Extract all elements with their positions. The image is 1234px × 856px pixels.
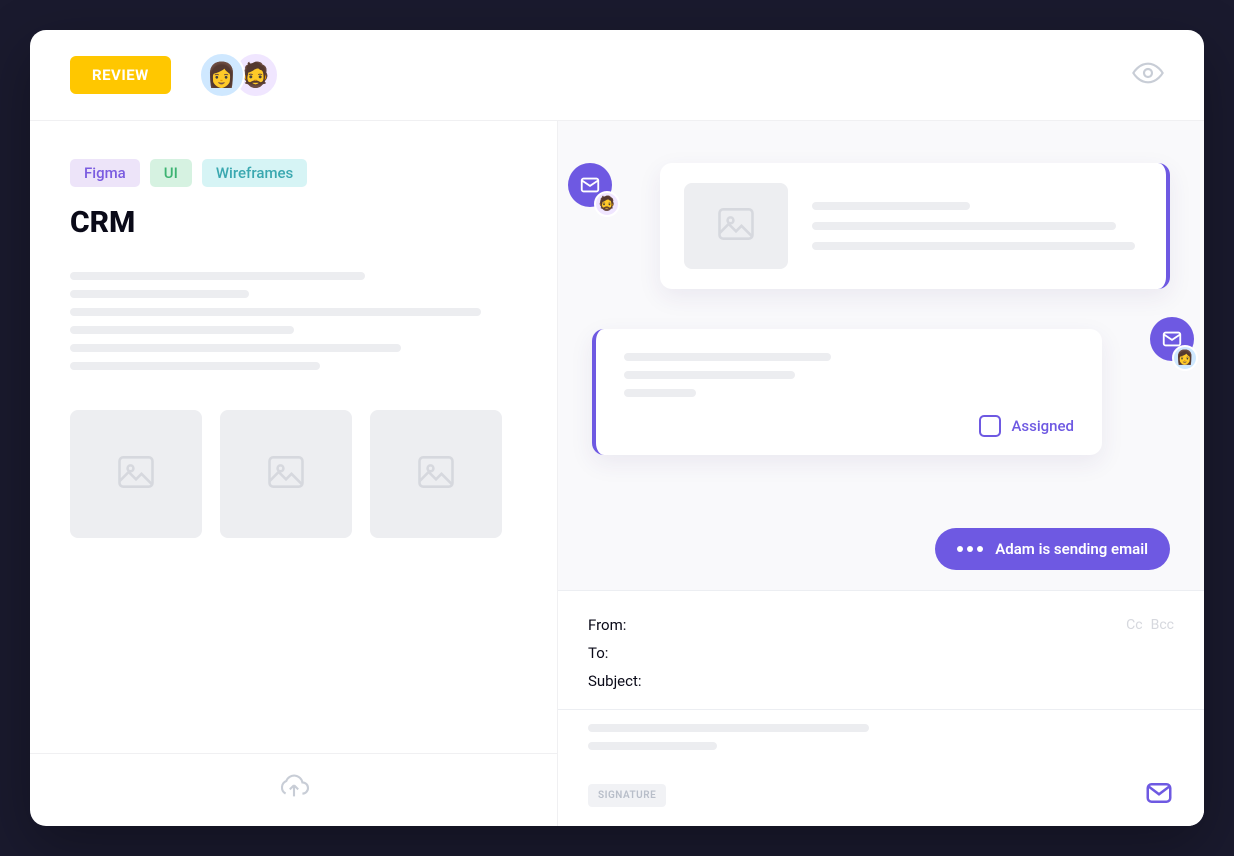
message-author-avatar-2[interactable]: 👩 (1172, 345, 1198, 371)
page-title: CRM (70, 205, 517, 240)
from-label: From: (588, 616, 626, 634)
message-card-2[interactable]: Assigned (592, 329, 1102, 455)
send-mail-icon[interactable] (1144, 778, 1174, 812)
tag-ui[interactable]: UI (150, 159, 192, 187)
message-thumbnail (684, 183, 788, 269)
to-field-row[interactable]: To: (588, 639, 1174, 667)
message-text-placeholder (812, 202, 1142, 250)
left-footer (30, 753, 557, 826)
cc-bcc-toggle: Cc Bcc (1126, 617, 1174, 633)
review-badge: REVIEW (70, 56, 171, 94)
status-pill: Adam is sending email (935, 528, 1170, 570)
header-bar: REVIEW 👩 🧔 (30, 30, 1204, 121)
to-label: To: (588, 644, 608, 662)
compose-area: From: Cc Bcc To: Subject: (558, 590, 1204, 826)
message-card-1[interactable] (660, 163, 1170, 289)
image-icon (264, 450, 308, 498)
compose-footer: SIGNATURE (558, 764, 1204, 826)
from-field-row[interactable]: From: Cc Bcc (588, 611, 1174, 639)
main-area: Figma UI Wireframes CRM (30, 121, 1204, 826)
image-icon (114, 450, 158, 498)
compose-body[interactable] (558, 709, 1204, 764)
thumbnail-2[interactable] (220, 410, 352, 538)
status-text: Adam is sending email (995, 540, 1148, 558)
right-panel: 🧔 👩 (558, 121, 1204, 826)
subject-field-row[interactable]: Subject: (588, 667, 1174, 695)
message-author-avatar-1[interactable]: 🧔 (594, 191, 620, 217)
attachment-thumbnails (70, 410, 517, 538)
left-panel: Figma UI Wireframes CRM (30, 121, 558, 826)
user-avatars: 👩 🧔 (199, 52, 279, 98)
cloud-upload-icon[interactable] (277, 774, 311, 806)
assigned-label: Assigned (1011, 417, 1074, 435)
bcc-button[interactable]: Bcc (1151, 617, 1174, 633)
thumbnail-1[interactable] (70, 410, 202, 538)
assigned-checkbox[interactable] (979, 415, 1001, 437)
thumbnail-3[interactable] (370, 410, 502, 538)
cc-button[interactable]: Cc (1126, 617, 1142, 633)
description-placeholder (70, 272, 517, 370)
tag-list: Figma UI Wireframes (70, 159, 517, 187)
message-text-placeholder (624, 353, 1074, 397)
eye-icon[interactable] (1132, 57, 1164, 93)
signature-badge[interactable]: SIGNATURE (588, 784, 666, 807)
tag-wireframes[interactable]: Wireframes (202, 159, 307, 187)
typing-dots-icon (957, 546, 983, 552)
avatar-user-1[interactable]: 👩 (199, 52, 245, 98)
app-window: REVIEW 👩 🧔 Figma UI Wireframes CRM (30, 30, 1204, 826)
conversation-area: 🧔 👩 (558, 121, 1204, 590)
compose-fields: From: Cc Bcc To: Subject: (558, 591, 1204, 709)
left-content: Figma UI Wireframes CRM (30, 121, 557, 753)
image-icon (414, 450, 458, 498)
subject-label: Subject: (588, 672, 642, 690)
image-icon (714, 202, 758, 250)
tag-figma[interactable]: Figma (70, 159, 140, 187)
assigned-row: Assigned (624, 415, 1074, 437)
